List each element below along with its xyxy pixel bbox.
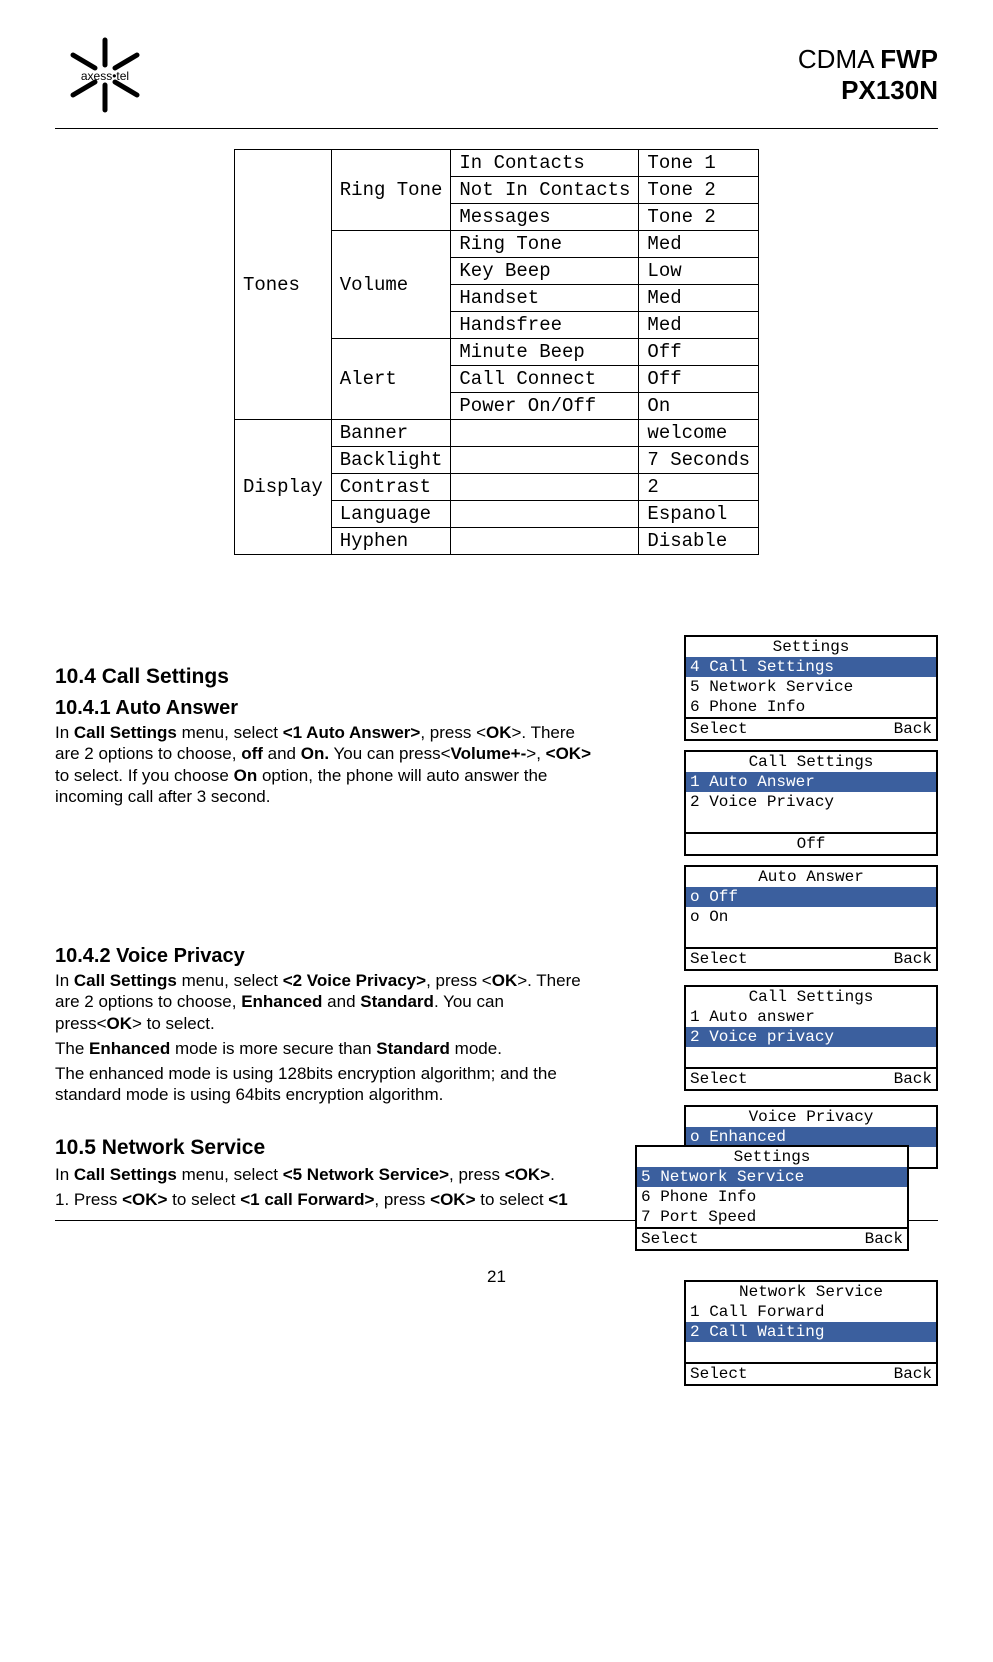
voice-privacy-text-1: In Call Settings menu, select <2 Voice P… <box>55 970 595 1034</box>
cell <box>451 420 639 447</box>
softkey-right[interactable]: Back <box>865 1229 903 1249</box>
menu-item[interactable]: 1 Auto Answer <box>686 772 936 792</box>
menu-item[interactable]: 1 Auto answer <box>686 1007 936 1027</box>
product-title: CDMA FWP PX130N <box>798 44 938 106</box>
menu-item[interactable]: 2 Voice privacy <box>686 1027 936 1047</box>
cell: In Contacts <box>451 150 639 177</box>
cell <box>451 474 639 501</box>
cell: Alert <box>331 339 451 420</box>
cell: Espanol <box>639 501 759 528</box>
phone-screen-settings-2: Settings 5 Network Service 6 Phone Info … <box>635 1145 909 1251</box>
network-service-text-1: In Call Settings menu, select <5 Network… <box>55 1164 595 1185</box>
cell: Off <box>639 339 759 366</box>
settings-table: TonesRing ToneIn ContactsTone 1 Not In C… <box>234 149 759 555</box>
cell: Handset <box>451 285 639 312</box>
cell: Power On/Off <box>451 393 639 420</box>
phone-screen-call-settings: Call Settings 1 Auto Answer 2 Voice Priv… <box>684 750 938 856</box>
menu-item[interactable]: 2 Call Waiting <box>686 1322 936 1342</box>
option-item[interactable]: o Enhanced <box>686 1127 936 1147</box>
cell: On <box>639 393 759 420</box>
cell: Disable <box>639 528 759 555</box>
screen-title: Settings <box>686 637 936 657</box>
cell: Tones <box>234 150 331 420</box>
auto-answer-text: In Call Settings menu, select <1 Auto An… <box>55 722 595 807</box>
cell: Ring Tone <box>451 231 639 258</box>
menu-item[interactable]: 4 Call Settings <box>686 657 936 677</box>
option-item[interactable]: o Off <box>686 887 936 907</box>
menu-item[interactable]: 6 Phone Info <box>686 697 936 717</box>
cell <box>451 501 639 528</box>
cell: Med <box>639 231 759 258</box>
phone-screen-auto-answer: Auto Answer o Off o On Select Back <box>684 865 938 971</box>
cell: Banner <box>331 420 451 447</box>
softkey-left[interactable]: Select <box>690 1069 748 1089</box>
cell: Backlight <box>331 447 451 474</box>
menu-item[interactable]: 2 Voice Privacy <box>686 792 936 812</box>
menu-item[interactable]: 1 Call Forward <box>686 1302 936 1322</box>
cell: Messages <box>451 204 639 231</box>
cell: Volume <box>331 231 451 339</box>
cell: Contrast <box>331 474 451 501</box>
voice-privacy-text-3: The enhanced mode is using 128bits encry… <box>55 1063 595 1106</box>
menu-item[interactable]: 5 Network Service <box>637 1167 907 1187</box>
screen-title: Voice Privacy <box>686 1107 936 1127</box>
cell: Tone 1 <box>639 150 759 177</box>
cell: Minute Beep <box>451 339 639 366</box>
cell: Key Beep <box>451 258 639 285</box>
voice-privacy-text-2: The Enhanced mode is more secure than St… <box>55 1038 595 1059</box>
cell: Tone 2 <box>639 177 759 204</box>
cell: Handsfree <box>451 312 639 339</box>
softkey-left[interactable]: Select <box>690 719 748 739</box>
screen-title: Auto Answer <box>686 867 936 887</box>
cell: Not In Contacts <box>451 177 639 204</box>
cell <box>451 528 639 555</box>
cell: Tone 2 <box>639 204 759 231</box>
cell: Med <box>639 285 759 312</box>
content-sections: Settings 4 Call Settings 5 Network Servi… <box>55 665 938 1210</box>
cell: Off <box>639 366 759 393</box>
menu-item[interactable]: 6 Phone Info <box>637 1187 907 1207</box>
cell: Ring Tone <box>331 150 451 231</box>
menu-item[interactable]: 5 Network Service <box>686 677 936 697</box>
cell: Display <box>234 420 331 555</box>
softkey-right[interactable]: Back <box>894 719 932 739</box>
product-line2: PX130N <box>798 75 938 106</box>
cell: Call Connect <box>451 366 639 393</box>
cell <box>451 447 639 474</box>
screen-title: Call Settings <box>686 752 936 772</box>
option-item[interactable]: o On <box>686 907 936 927</box>
svg-text:axess•tel: axess•tel <box>81 69 129 83</box>
phone-screen-settings: Settings 4 Call Settings 5 Network Servi… <box>684 635 938 741</box>
softkey-center[interactable]: Off <box>686 832 936 854</box>
menu-item[interactable]: 7 Port Speed <box>637 1207 907 1227</box>
cell: welcome <box>639 420 759 447</box>
phone-screen-network-service: Network Service 1 Call Forward 2 Call Wa… <box>684 1280 938 1386</box>
cell: 2 <box>639 474 759 501</box>
softkey-right[interactable]: Back <box>894 1069 932 1089</box>
softkey-left[interactable]: Select <box>690 949 748 969</box>
product-line1b: FWP <box>880 44 938 74</box>
cell: Language <box>331 501 451 528</box>
screen-title: Call Settings <box>686 987 936 1007</box>
softkey-right[interactable]: Back <box>894 949 932 969</box>
page-header: axess•tel CDMA FWP PX130N <box>55 30 938 129</box>
network-service-text-2: 1. Press <OK> to select <1 call Forward>… <box>55 1189 595 1210</box>
cell: Low <box>639 258 759 285</box>
softkey-right[interactable]: Back <box>894 1364 932 1384</box>
softkey-left[interactable]: Select <box>690 1364 748 1384</box>
cell: Med <box>639 312 759 339</box>
product-line1a: CDMA <box>798 44 880 74</box>
cell: Hyphen <box>331 528 451 555</box>
screen-title: Network Service <box>686 1282 936 1302</box>
softkey-left[interactable]: Select <box>641 1229 699 1249</box>
phone-screen-call-settings-2: Call Settings 1 Auto answer 2 Voice priv… <box>684 985 938 1091</box>
cell: 7 Seconds <box>639 447 759 474</box>
screen-title: Settings <box>637 1147 907 1167</box>
brand-logo-icon: axess•tel <box>55 30 155 120</box>
